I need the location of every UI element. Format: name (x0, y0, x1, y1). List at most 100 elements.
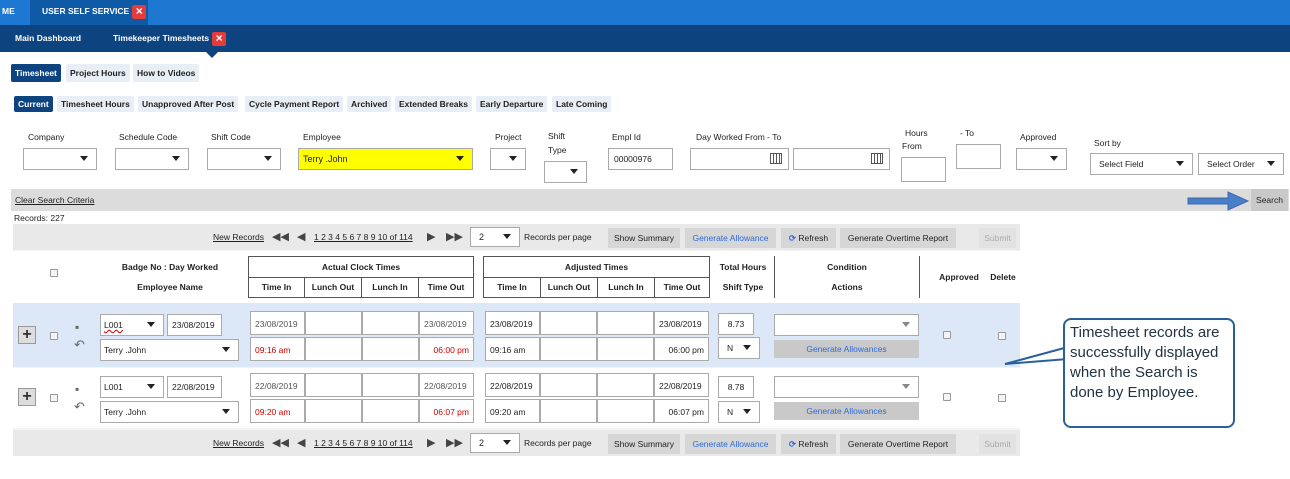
actual-in-date[interactable]: 23/08/2019 (250, 311, 305, 335)
last-page-icon[interactable]: ▶▶ (446, 436, 463, 449)
adjusted-out-date[interactable]: 22/08/2019 (654, 373, 709, 397)
generate-allowances-button[interactable]: Generate Allowances (774, 402, 919, 420)
tab-timesheet[interactable]: Timesheet (11, 64, 61, 82)
tab-user-self-service[interactable]: USER SELF SERVICE × (30, 0, 148, 25)
next-page-icon[interactable]: ▶ (427, 230, 435, 243)
adjusted-in-date[interactable]: 23/08/2019 (485, 311, 540, 335)
actual-in-date[interactable]: 22/08/2019 (250, 373, 305, 397)
search-button[interactable]: Search (1251, 189, 1288, 211)
actual-lunch-out-date[interactable] (305, 373, 362, 397)
expand-icon[interactable]: + (18, 388, 36, 406)
new-records-link[interactable]: New Records (213, 232, 264, 242)
adjusted-lunch-in[interactable] (597, 399, 654, 423)
actual-lunch-out-date[interactable] (305, 311, 362, 335)
undo-icon[interactable]: ↶ (74, 399, 85, 415)
filter-extended-breaks[interactable]: Extended Breaks (395, 96, 472, 112)
adjusted-time-out[interactable]: 06:00 pm (654, 337, 709, 361)
generate-allowance-button[interactable]: Generate Allowance (685, 434, 776, 454)
generate-overtime-report-button[interactable]: Generate Overtime Report (840, 434, 956, 454)
adjusted-in-date[interactable]: 22/08/2019 (485, 373, 540, 397)
delete-checkbox[interactable] (998, 332, 1006, 340)
save-icon[interactable]: ▪ (75, 382, 79, 396)
condition-select[interactable] (774, 314, 919, 336)
row-checkbox[interactable] (50, 332, 58, 340)
empl-id-input[interactable]: 00000976 (608, 148, 673, 170)
actual-time-out[interactable]: 06:00 pm (419, 337, 474, 361)
adjusted-time-out[interactable]: 06:07 pm (654, 399, 709, 423)
actual-out-date[interactable]: 22/08/2019 (419, 373, 474, 397)
filter-early-departure[interactable]: Early Departure (476, 96, 548, 112)
actual-lunch-out[interactable] (305, 337, 362, 361)
employee-select[interactable]: Terry .John (298, 148, 473, 170)
page-links[interactable]: 1 2 3 4 5 6 7 8 9 10 of 114 (314, 232, 413, 242)
prev-page-icon[interactable]: ◀ (297, 230, 305, 243)
hours-to-input[interactable] (956, 144, 1001, 169)
employee-name-select[interactable]: Terry .John (100, 339, 239, 361)
adjusted-lunch-in[interactable] (597, 337, 654, 361)
tab-how-to-videos[interactable]: How to Videos (133, 64, 200, 82)
close-icon[interactable]: × (212, 31, 227, 46)
undo-icon[interactable]: ↶ (74, 337, 85, 353)
approved-checkbox[interactable] (943, 331, 951, 339)
filter-unapproved-after-post[interactable]: Unapproved After Post (138, 96, 239, 112)
clear-search-link[interactable]: Clear Search Criteria (15, 195, 94, 205)
calendar-icon[interactable] (770, 153, 782, 164)
save-icon[interactable]: ▪ (75, 320, 79, 334)
first-page-icon[interactable]: ◀◀ (272, 230, 289, 243)
new-records-link[interactable]: New Records (213, 438, 264, 448)
adjusted-lunch-out-date[interactable] (540, 373, 597, 397)
filter-current[interactable]: Current (14, 96, 53, 112)
generate-allowances-button[interactable]: Generate Allowances (774, 340, 919, 358)
actual-out-date[interactable]: 23/08/2019 (419, 311, 474, 335)
actual-lunch-out[interactable] (305, 399, 362, 423)
refresh-button[interactable]: ⟳ Refresh (781, 434, 836, 454)
last-page-icon[interactable]: ▶▶ (446, 230, 463, 243)
company-select[interactable] (23, 148, 97, 170)
show-summary-button[interactable]: Show Summary (608, 434, 680, 454)
tab-project-hours[interactable]: Project Hours (66, 64, 130, 82)
shift-type-select[interactable] (544, 161, 587, 183)
adjusted-time-in[interactable]: 09:20 am (485, 399, 540, 423)
filter-cycle-payment-report[interactable]: Cycle Payment Report (245, 96, 344, 112)
badge-select[interactable]: L001 (100, 376, 164, 398)
day-worked-input[interactable]: 23/08/2019 (167, 314, 222, 336)
prev-page-icon[interactable]: ◀ (297, 436, 305, 449)
approved-checkbox[interactable] (943, 393, 951, 401)
first-page-icon[interactable]: ◀◀ (272, 436, 289, 449)
per-page-select[interactable]: 2 (470, 433, 520, 453)
filter-late-coming[interactable]: Late Coming (552, 96, 612, 112)
actual-lunch-in-date[interactable] (362, 311, 419, 335)
project-select[interactable] (490, 148, 526, 170)
expand-icon[interactable]: + (18, 326, 36, 344)
sort-field-select[interactable]: Select Field (1090, 153, 1193, 175)
tab-main-dashboard[interactable]: Main Dashboard (15, 25, 81, 52)
hours-from-input[interactable] (901, 157, 946, 182)
row-checkbox[interactable] (50, 394, 58, 402)
refresh-button[interactable]: ⟳ Refresh (781, 228, 836, 248)
actual-lunch-in-date[interactable] (362, 373, 419, 397)
generate-overtime-report-button[interactable]: Generate Overtime Report (840, 228, 956, 248)
adjusted-lunch-out-date[interactable] (540, 311, 597, 335)
sort-order-select[interactable]: Select Order (1198, 153, 1284, 175)
condition-select[interactable] (774, 376, 919, 398)
actual-time-in[interactable]: 09:20 am (250, 399, 305, 423)
submit-button[interactable]: Submit (979, 228, 1016, 248)
adjusted-lunch-out[interactable] (540, 399, 597, 423)
generate-allowance-button[interactable]: Generate Allowance (685, 228, 776, 248)
calendar-icon[interactable] (871, 153, 883, 164)
show-summary-button[interactable]: Show Summary (608, 228, 680, 248)
actual-time-in[interactable]: 09:16 am (250, 337, 305, 361)
approved-select[interactable] (1016, 148, 1067, 170)
adjusted-lunch-out[interactable] (540, 337, 597, 361)
actual-time-out[interactable]: 06:07 pm (419, 399, 474, 423)
actual-lunch-in[interactable] (362, 399, 419, 423)
employee-name-select[interactable]: Terry .John (100, 401, 239, 423)
tab-timekeeper-timesheets[interactable]: Timekeeper Timesheets × (113, 25, 227, 52)
filter-archived[interactable]: Archived (347, 96, 392, 112)
select-all-checkbox[interactable] (50, 269, 58, 277)
badge-select[interactable]: L001 (100, 314, 164, 336)
filter-timesheet-hours[interactable]: Timesheet Hours (57, 96, 134, 112)
schedule-code-select[interactable] (115, 148, 189, 170)
actual-lunch-in[interactable] (362, 337, 419, 361)
day-worked-from-input[interactable] (690, 148, 789, 170)
